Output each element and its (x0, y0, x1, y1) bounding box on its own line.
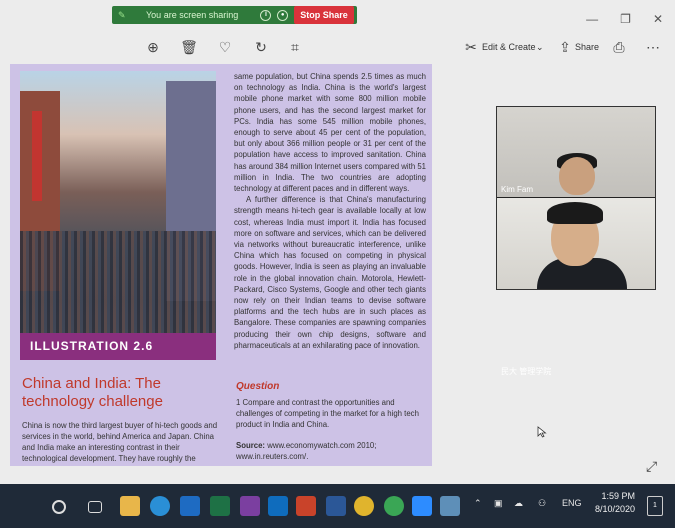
article-heading: China and India: The technology challeng… (22, 375, 222, 411)
edge-icon[interactable] (150, 496, 170, 516)
heart-icon[interactable]: ♡ (216, 38, 234, 56)
file-explorer-icon[interactable] (120, 496, 140, 516)
search-icon[interactable] (52, 500, 66, 514)
screen-share-banner: ✎ You are screen sharing ‖ ● Stop Share (112, 6, 357, 24)
pin-icon[interactable]: ✎ (118, 10, 128, 20)
cloud-icon[interactable]: ☁ (514, 498, 523, 509)
street-photo (20, 71, 216, 360)
minimize-icon[interactable]: — (586, 12, 598, 26)
heading-line-1: China and India: The (22, 375, 161, 392)
teams-icon[interactable]: ▣ (494, 498, 503, 509)
mouse-cursor-icon (537, 426, 547, 438)
right-body: same population, but China spends 2.5 ti… (234, 71, 426, 351)
rotate-icon[interactable]: ↻ (252, 38, 270, 56)
video-tile-1[interactable]: Kim Fam (497, 107, 655, 197)
paragraph-1: same population, but China spends 2.5 ti… (234, 72, 426, 194)
share-status-text: You are screen sharing (146, 10, 239, 20)
question-text: 1 Compare and contrast the opportunities… (236, 398, 419, 429)
source-line: Source: www.economywatch.com 2010; www.i… (236, 440, 428, 462)
restore-icon[interactable]: ❐ (620, 12, 631, 26)
start-icon[interactable] (8, 496, 28, 516)
zoom-icon[interactable] (412, 496, 432, 516)
clock[interactable]: 1:59 PM 8/10/2020 (595, 490, 635, 516)
left-body-text: China is now the third largest buyer of … (22, 421, 218, 463)
store-icon[interactable] (180, 496, 200, 516)
pause-icon[interactable]: ‖ (260, 9, 272, 21)
task-view-icon[interactable] (88, 501, 102, 513)
close-icon[interactable]: ✕ (653, 12, 663, 26)
network-icon[interactable]: ⚇ (538, 498, 546, 509)
onenote-icon[interactable] (240, 496, 260, 516)
outlook-icon[interactable] (268, 496, 288, 516)
participant-face (559, 157, 595, 195)
crop-icon[interactable]: ⌗ (286, 38, 304, 56)
participant-hair-2 (547, 202, 603, 224)
source-label: Source: (236, 441, 266, 450)
edit-create-button[interactable]: Edit & Create (482, 42, 536, 52)
video-panel[interactable]: Kim Fam 民大 管理学院 (496, 106, 656, 376)
clock-time: 1:59 PM (601, 491, 635, 501)
powerpoint-icon[interactable] (296, 496, 316, 516)
heading-line-2: technology challenge (22, 393, 163, 410)
delete-icon[interactable]: 🗑 (180, 38, 198, 56)
share-icon[interactable]: ⇪ (556, 38, 574, 56)
notification-icon[interactable]: 1 (647, 496, 663, 516)
expand-icon[interactable]: ⤢ (646, 458, 657, 475)
participant-name-2: 民大 管理学院 (501, 367, 552, 376)
language-indicator[interactable]: ENG (562, 498, 582, 508)
edit-create-icon[interactable]: ✂ (462, 38, 480, 56)
chevron-down-icon[interactable]: ⌄ (536, 42, 544, 53)
share-button[interactable]: Share (575, 42, 599, 52)
photos-icon[interactable] (440, 496, 460, 516)
stop-share-button[interactable]: Stop Share (294, 6, 354, 24)
other-browser-icon[interactable] (384, 496, 404, 516)
question-title: Question (236, 381, 280, 392)
window-controls: — ❐ ✕ (586, 12, 663, 26)
tray-chevron-icon[interactable]: ⌃ (474, 498, 482, 509)
taskbar: ⌃ ▣ ☁ ⚇ ENG 1:59 PM 8/10/2020 1 (0, 484, 675, 528)
zoom-in-icon[interactable]: ⊕ (144, 38, 162, 56)
participant-name-1: Kim Fam (501, 185, 533, 194)
video-tile-2[interactable]: 民大 管理学院 (497, 198, 655, 376)
word-icon[interactable] (326, 496, 346, 516)
photo-toolbar: ⊕ 🗑 ♡ ↻ ⌗ ✂ Edit & Create ⌄ ⇪ Share ⎙ ⋯ (0, 34, 675, 62)
shield-icon[interactable]: ● (277, 9, 289, 21)
clock-date: 8/10/2020 (594, 504, 635, 514)
more-icon[interactable]: ⋯ (644, 38, 662, 56)
chrome-icon[interactable] (354, 496, 374, 516)
street-sign (32, 111, 42, 201)
paragraph-2: A further difference is that China's man… (234, 195, 426, 350)
print-icon[interactable]: ⎙ (610, 38, 628, 56)
illustration-label: ILLUSTRATION 2.6 (20, 333, 216, 360)
excel-icon[interactable] (210, 496, 230, 516)
